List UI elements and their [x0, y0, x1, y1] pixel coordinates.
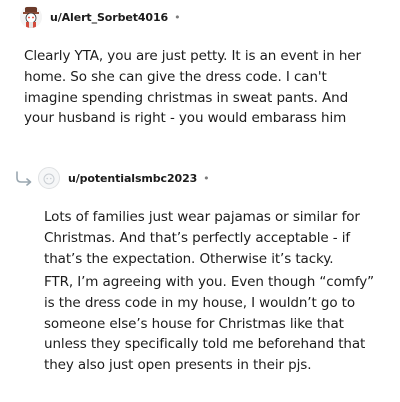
snoo-avatar-icon[interactable]	[20, 6, 42, 28]
body-line: your husband is right - you would embara…	[24, 110, 347, 127]
separator-dot: •	[203, 171, 210, 185]
separator-dot: •	[174, 10, 181, 24]
body-line: Lots of families just wear pajamas or si…	[44, 209, 360, 225]
comment-header: u/Alert_Sorbet4016 •	[20, 6, 181, 28]
body-line: Christmas. And that’s perfectly acceptab…	[44, 229, 351, 246]
body-line: imagine spending christmas in sweat pant…	[24, 89, 349, 106]
body-line: unless they specifically told me beforeh…	[44, 336, 366, 353]
reply-thread-arrow-icon	[16, 171, 32, 186]
body-line: they also just open presents in their pj…	[44, 357, 312, 374]
body-line: Clearly YTA, you are just petty. It is a…	[24, 48, 361, 64]
comment-paragraph: FTR, I’m agreeing with you. Even though …	[44, 272, 384, 376]
body-line: is the dress code in my house, I wouldn’…	[44, 294, 356, 311]
comment-body: Clearly YTA, you are just petty. It is a…	[24, 46, 386, 129]
default-avatar-icon[interactable]	[38, 167, 60, 189]
username[interactable]: u/potentialsmbc2023	[68, 172, 197, 185]
body-line: home. So she can give the dress code. I …	[24, 68, 327, 85]
body-line: that’s the expectation. Otherwise it’s t…	[44, 250, 334, 267]
comment-header: u/potentialsmbc2023 •	[38, 167, 210, 189]
username[interactable]: u/Alert_Sorbet4016	[50, 11, 168, 24]
body-line: someone else’s house for Christmas like …	[44, 315, 344, 332]
comment-paragraph: Lots of families just wear pajamas or si…	[44, 207, 384, 269]
body-line: FTR, I’m agreeing with you. Even though …	[44, 274, 375, 290]
